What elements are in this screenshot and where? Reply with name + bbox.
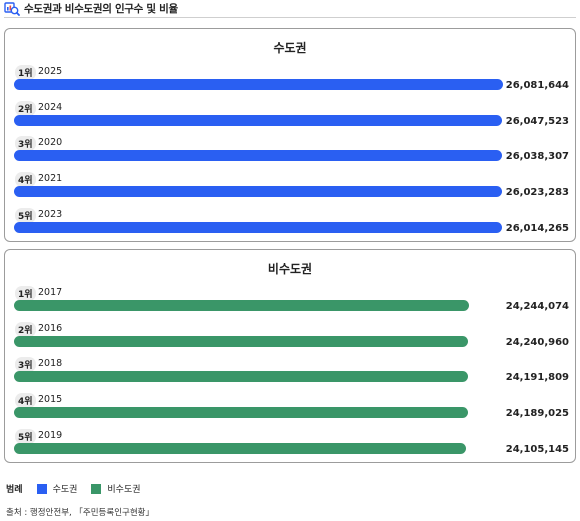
bar xyxy=(14,371,468,383)
bar-row: 2위 2024 26,047,523 xyxy=(5,98,575,134)
value-label: 24,240,960 xyxy=(505,336,569,348)
rank-badge: 4위 xyxy=(15,172,36,188)
year-label: 2024 xyxy=(38,101,63,113)
value-label: 26,081,644 xyxy=(505,80,569,91)
rank-badge: 1위 xyxy=(15,286,36,301)
value-label: 26,023,283 xyxy=(505,187,569,199)
rank-badge: 2위 xyxy=(15,321,36,337)
bar-row: 2위 2016 24,240,960 xyxy=(5,319,575,355)
year-label: 2019 xyxy=(38,429,63,441)
bar xyxy=(14,221,502,233)
bar xyxy=(14,114,503,126)
chart-header: 수도권과 비수도권의 인구수 및 비율 xyxy=(4,0,576,18)
legend: 범례 수도권 비수도권 xyxy=(6,482,155,495)
non-metro-panel: 비수도권 1위 2017 24,244,074 2위 2016 24,240,960 3위 2… xyxy=(4,249,576,463)
year-label: 2017 xyxy=(38,287,63,298)
year-label: 2020 xyxy=(38,137,63,149)
value-label: 24,191,809 xyxy=(505,372,569,384)
panel-title: 비수도권 xyxy=(267,262,313,276)
chart-title: 수도권과 비수도권의 인구수 및 비율 xyxy=(24,3,178,15)
bar xyxy=(14,150,503,162)
legend-label: 비수도권 xyxy=(107,485,141,495)
source-note: 출처 : 행정안전부, 「주민등록인구현황」 xyxy=(6,508,154,518)
bar-row: 4위 2015 24,189,025 xyxy=(5,390,575,426)
rank-badge: 4위 xyxy=(15,393,36,409)
bar-row: 1위 2017 24,244,074 xyxy=(5,283,575,319)
panel-title: 수도권 xyxy=(273,41,307,55)
rank-badge: 3위 xyxy=(15,136,36,152)
rank-badge: 3위 xyxy=(15,357,36,373)
rank-badge: 1위 xyxy=(15,65,36,80)
legend-item-non-metro: 비수도권 xyxy=(91,482,141,495)
rank-badge: 5위 xyxy=(15,207,36,223)
bar xyxy=(14,186,502,198)
legend-swatch xyxy=(36,483,47,494)
bar xyxy=(14,442,466,454)
magnifier-chart-icon xyxy=(4,1,20,16)
bar-row: 1위 2025 26,081,644 xyxy=(5,62,575,98)
bar-row: 3위 2020 26,038,307 xyxy=(5,133,575,169)
bar-row: 5위 2023 26,014,265 xyxy=(5,205,575,241)
value-label: 24,189,025 xyxy=(505,408,569,420)
bar-row: 3위 2018 24,191,809 xyxy=(5,354,575,390)
value-label: 26,047,523 xyxy=(505,115,569,127)
year-label: 2025 xyxy=(38,66,63,77)
year-label: 2018 xyxy=(38,358,63,370)
legend-swatch xyxy=(91,483,102,494)
year-label: 2021 xyxy=(38,173,63,185)
year-label: 2023 xyxy=(38,208,63,220)
value-label: 26,038,307 xyxy=(505,151,569,163)
bar xyxy=(14,79,503,90)
year-label: 2015 xyxy=(38,394,63,406)
bar-row: 5위 2019 24,105,145 xyxy=(5,426,575,462)
value-label: 24,244,074 xyxy=(505,301,569,312)
legend-label: 수도권 xyxy=(52,485,78,495)
bar xyxy=(14,407,468,419)
year-label: 2016 xyxy=(38,322,63,334)
metro-panel: 수도권 1위 2025 26,081,644 2위 2024 26,047,523 3위 20… xyxy=(4,28,576,242)
legend-item-metro: 수도권 xyxy=(36,482,78,495)
rank-badge: 5위 xyxy=(15,428,36,444)
value-label: 26,014,265 xyxy=(505,222,569,234)
value-label: 24,105,145 xyxy=(505,443,569,455)
bar xyxy=(14,335,469,347)
bar xyxy=(14,300,469,311)
rank-badge: 2위 xyxy=(15,100,36,116)
legend-title: 범례 xyxy=(6,485,23,495)
bar-row: 4위 2021 26,023,283 xyxy=(5,169,575,205)
